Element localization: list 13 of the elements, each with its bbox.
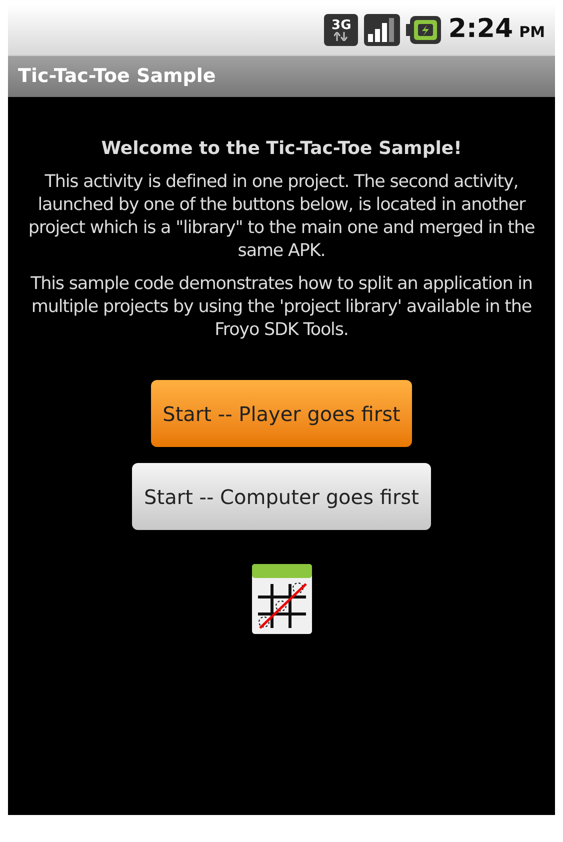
description-paragraph: This sample code demonstrates how to split an application in multiple projects by using the 'project library' available in the Froyo SDK Tools. [30, 273, 534, 342]
welcome-heading: Welcome to the Tic-Tac-Toe Sample! [101, 137, 462, 161]
signal-icon [364, 14, 400, 46]
data-arrows-icon [334, 32, 348, 40]
battery-charging-icon [406, 14, 442, 44]
app-title: Tic-Tac-Toe Sample [18, 64, 216, 90]
description-paragraph: This activity is defined in one project. The second activity, launched by one of the buttons below, is located in another project which is a "library" to the main one and merged in the same APK. [27, 171, 536, 263]
clock-meridiem: PM [519, 22, 545, 44]
clock-time: 2:24 [448, 13, 514, 46]
network-type-icon: 3G [324, 14, 358, 46]
start-button[interactable]: Start -- Computer goes first [132, 463, 431, 530]
start-button[interactable]: Start -- Player goes first [150, 380, 412, 447]
tic-tac-toe-app-icon [252, 564, 312, 634]
